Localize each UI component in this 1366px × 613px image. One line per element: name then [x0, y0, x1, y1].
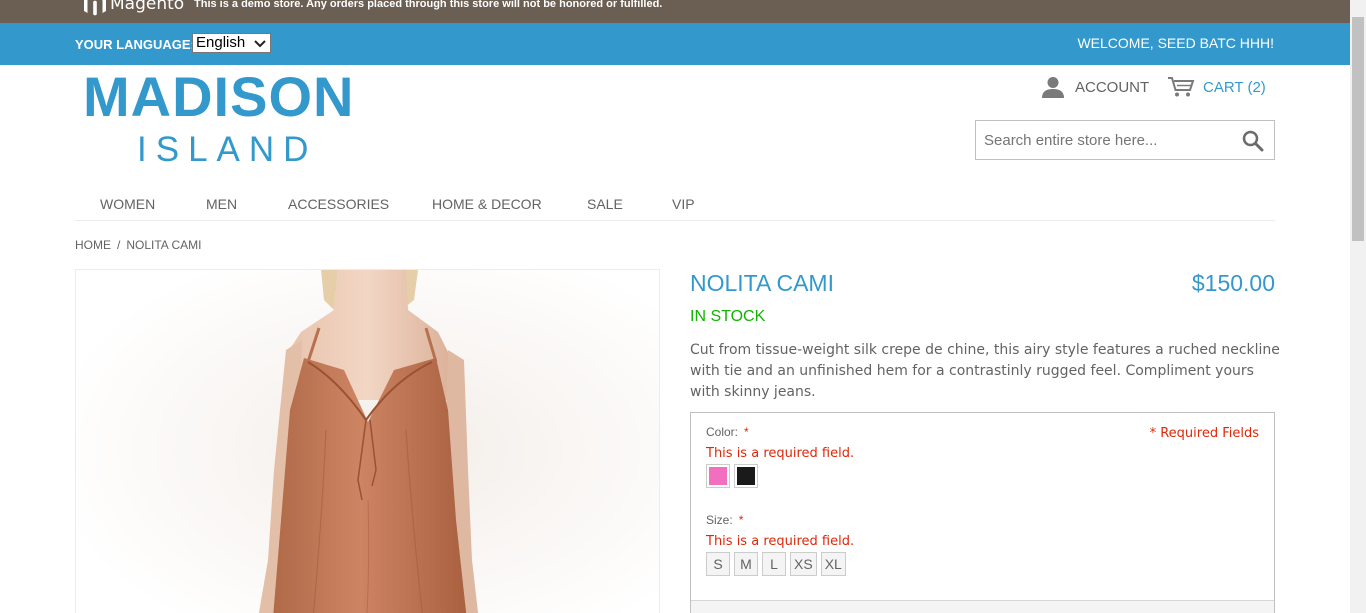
nav-item-men[interactable]: MEN: [206, 196, 237, 212]
product-photo: [76, 270, 659, 613]
breadcrumb-current: NOLITA CAMI: [126, 238, 202, 252]
required-fields-note: * Required Fields: [1149, 426, 1259, 441]
magento-logo-text: Magento: [110, 0, 185, 14]
nav-item-sale[interactable]: SALE: [587, 196, 623, 212]
logo-sub-text: ISLAND: [137, 130, 318, 169]
user-icon: [1042, 77, 1064, 98]
size-label-text: Size:: [706, 513, 733, 527]
language-bar: YOUR LANGUAGE: English WELCOME, SEED BAT…: [0, 23, 1350, 65]
nav-item-accessories[interactable]: ACCESSORIES: [288, 196, 389, 212]
store-logo[interactable]: MADISON ISLAND: [83, 68, 363, 170]
color-error-message: This is a required field.: [706, 446, 855, 461]
demo-notice-message: This is a demo store. Any orders placed …: [194, 0, 663, 10]
color-swatches: [706, 464, 758, 488]
size-option-xl[interactable]: XL: [820, 552, 846, 576]
cart-icon: [1168, 77, 1195, 97]
stock-status: IN STOCK: [690, 308, 766, 325]
nav-item-home-decor[interactable]: HOME & DECOR: [432, 196, 542, 212]
cart-label: CART (2): [1203, 78, 1266, 96]
product-image[interactable]: [75, 269, 660, 613]
product-name: NOLITA CAMI: [690, 270, 834, 296]
nav-item-women[interactable]: WOMEN: [100, 196, 155, 212]
cart-link[interactable]: CART (2): [1167, 76, 1266, 98]
language-selected-value: English: [196, 34, 246, 51]
options-footer: [691, 600, 1274, 613]
magento-logo: Magento: [84, 0, 184, 16]
account-label: ACCOUNT: [1075, 78, 1150, 96]
breadcrumb: HOME / NOLITA CAMI: [75, 238, 201, 252]
demo-notice-bar: Magento This is a demo store. Any orders…: [0, 0, 1350, 23]
color-label-text: Color:: [706, 425, 739, 439]
page-scrollbar[interactable]: [1350, 0, 1366, 613]
size-option-m[interactable]: M: [734, 552, 758, 576]
color-option-label: Color: *: [706, 425, 749, 439]
size-required-mark: *: [738, 513, 744, 527]
color-swatch-pink[interactable]: [706, 464, 730, 488]
language-select[interactable]: English: [192, 33, 271, 53]
size-swatches: S M L XS XL: [706, 552, 846, 576]
search-input[interactable]: [976, 121, 1226, 159]
breadcrumb-separator: /: [117, 238, 121, 252]
scrollbar-thumb[interactable]: [1352, 17, 1364, 241]
size-option-xs[interactable]: XS: [790, 552, 817, 576]
search-box: [975, 120, 1275, 160]
main-navigation: WOMEN MEN ACCESSORIES HOME & DECOR SALE …: [75, 190, 1275, 221]
logo-main-text: MADISON: [83, 65, 355, 128]
color-required-mark: *: [744, 425, 749, 439]
breadcrumb-home[interactable]: HOME: [75, 238, 111, 252]
product-options: Color: * * Required Fields This is a requ…: [690, 412, 1275, 613]
size-option-s[interactable]: S: [706, 552, 730, 576]
size-error-message: This is a required field.: [706, 534, 855, 549]
product-description: Cut from tissue-weight silk crepe de chi…: [690, 342, 1280, 400]
search-icon[interactable]: [1242, 130, 1264, 152]
magento-logo-icon: [84, 0, 106, 16]
color-swatch-black[interactable]: [734, 464, 758, 488]
account-link[interactable]: ACCOUNT: [1041, 76, 1149, 98]
welcome-message: WELCOME, SEED BATC HHH!: [1077, 35, 1274, 51]
product-price: $150.00: [1191, 270, 1275, 296]
nav-item-vip[interactable]: VIP: [672, 196, 695, 212]
size-option-l[interactable]: L: [762, 552, 786, 576]
size-option-label: Size: *: [706, 513, 743, 527]
language-label: YOUR LANGUAGE:: [75, 37, 195, 52]
chevron-down-icon: [254, 40, 266, 48]
